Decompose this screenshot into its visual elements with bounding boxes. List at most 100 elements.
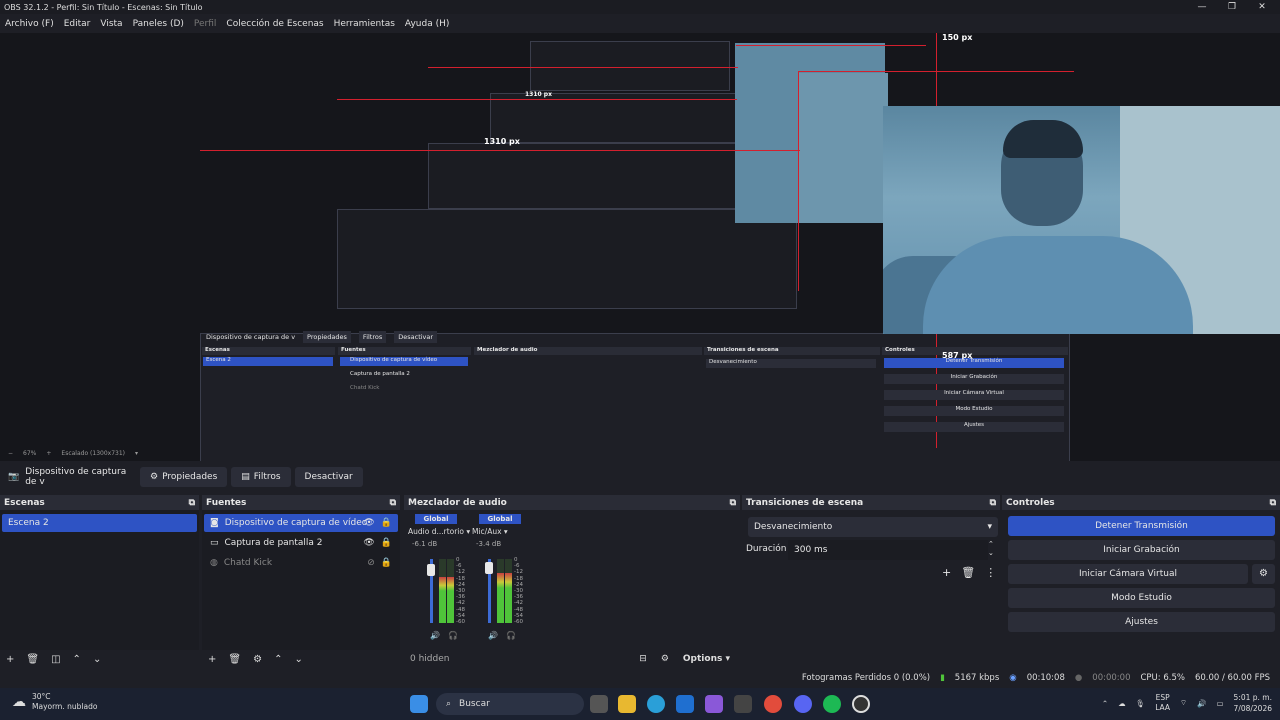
chevron-up-icon[interactable]: ⌃	[1102, 699, 1108, 708]
add-icon[interactable]: +	[6, 654, 14, 665]
stream-icon: ◉	[1009, 673, 1017, 683]
wifi-icon[interactable]: ⌔	[1180, 698, 1187, 708]
network-icon[interactable]: ☁	[1118, 699, 1126, 708]
menu-vista[interactable]: Vista	[95, 19, 127, 29]
zoom-out-icon[interactable]: −	[8, 450, 13, 457]
options-button[interactable]: Options ▾	[683, 654, 730, 664]
stop-stream-button[interactable]: Detener Transmisión	[1008, 516, 1275, 536]
advanced-audio-icon[interactable]: ⚙	[661, 654, 669, 664]
minimize-button[interactable]: —	[1186, 0, 1218, 14]
menu-ayuda[interactable]: Ayuda (H)	[400, 19, 454, 29]
start-recording-button[interactable]: Iniciar Grabación	[1008, 540, 1275, 560]
headphones-icon[interactable]: 🎧	[448, 631, 458, 640]
chevron-up-icon[interactable]: ⌃	[274, 654, 282, 665]
chevron-down-icon[interactable]: ⌄	[93, 654, 101, 665]
nested-settings: Ajustes	[884, 422, 1064, 432]
lock-icon[interactable]: 🔒	[381, 558, 392, 568]
edge-icon[interactable]	[647, 695, 665, 713]
menu-editar[interactable]: Editar	[59, 19, 96, 29]
trash-icon[interactable]: 🗑	[26, 654, 39, 665]
duration-stepper[interactable]: ⌃ ⌄	[988, 540, 994, 558]
obs-icon[interactable]	[852, 695, 870, 713]
studio-mode-button[interactable]: Modo Estudio	[1008, 588, 1275, 608]
lock-icon[interactable]: 🔒	[381, 518, 392, 528]
settings-button[interactable]: Ajustes	[1008, 612, 1275, 632]
source-item[interactable]: ◙ Dispositivo de captura de vídeo 👁 🔒	[204, 514, 398, 532]
duration-input[interactable]: 300 ms	[788, 540, 988, 560]
eye-icon[interactable]: 👁	[363, 538, 374, 548]
nested-source-3: Chatd Kick	[350, 385, 380, 391]
level-fill	[447, 576, 454, 623]
layout-icon[interactable]: ⊟	[639, 654, 647, 664]
battery-icon[interactable]: ▭	[1216, 699, 1223, 708]
add-icon[interactable]: +	[208, 654, 216, 665]
gear-icon[interactable]: ⚙	[253, 654, 262, 665]
channel-name[interactable]: Mic/Aux ▾	[472, 527, 528, 536]
guide-line	[337, 99, 737, 100]
menu-coleccion[interactable]: Colección de Escenas	[221, 19, 328, 29]
task-view-icon[interactable]	[590, 695, 608, 713]
store-icon[interactable]	[734, 695, 752, 713]
menu-paneles[interactable]: Paneles (D)	[128, 19, 189, 29]
undock-icon[interactable]: ⧉	[189, 498, 195, 508]
filters-button[interactable]: ▤ Filtros	[231, 467, 291, 487]
close-button[interactable]: ✕	[1246, 0, 1278, 14]
transition-select[interactable]: Desvanecimiento ▾	[748, 517, 998, 537]
eye-icon[interactable]: 👁	[363, 518, 374, 528]
taskbar-search[interactable]: ⌕ Buscar	[436, 693, 584, 715]
zoom-in-icon[interactable]: +	[46, 450, 51, 457]
zoom-level: 67%	[23, 449, 37, 457]
copilot-icon[interactable]	[705, 695, 723, 713]
undock-icon[interactable]: ⧉	[990, 498, 996, 508]
virtual-camera-button[interactable]: Iniciar Cámara Virtual	[1008, 564, 1248, 584]
headphones-icon[interactable]: 🎧	[506, 631, 516, 640]
windows-start-icon[interactable]	[410, 695, 428, 713]
gear-icon[interactable]: ⚙	[1252, 564, 1275, 584]
undock-icon[interactable]: ⧉	[390, 498, 396, 508]
spotify-icon[interactable]	[823, 695, 841, 713]
maximize-button[interactable]: ❐	[1216, 0, 1248, 14]
search-label: Buscar	[459, 699, 490, 709]
nested-mixer-title: Mezclador de audio	[474, 347, 702, 355]
volume-knob[interactable]	[427, 564, 435, 576]
filter-icon[interactable]: ◫	[51, 654, 60, 665]
speaker-icon[interactable]: 🔊	[430, 631, 440, 640]
preview-canvas[interactable]: Dispositivo de captura de v Propiedades …	[0, 33, 1280, 461]
add-icon[interactable]: +	[942, 566, 951, 579]
volume-knob[interactable]	[485, 562, 493, 574]
file-explorer-icon[interactable]	[618, 695, 636, 713]
trash-icon[interactable]: 🗑	[961, 566, 975, 579]
undock-icon[interactable]: ⧉	[730, 498, 736, 508]
trash-icon[interactable]: 🗑	[228, 654, 241, 665]
fps: 60.00 / 60.00 FPS	[1194, 673, 1270, 683]
chevron-down-icon[interactable]: ▾	[135, 450, 138, 457]
mic-icon[interactable]: 🎙	[1136, 699, 1146, 708]
chevron-down-icon[interactable]: ⌄	[294, 654, 302, 665]
lock-icon[interactable]: 🔒	[381, 538, 392, 548]
mail-icon[interactable]	[676, 695, 694, 713]
source-item[interactable]: ◍ Chatd Kick ⊘ 🔒	[204, 554, 398, 572]
properties-button[interactable]: ⚙ Propiedades	[140, 467, 228, 487]
source-item[interactable]: ▭ Captura de pantalla 2 👁 🔒	[204, 534, 398, 552]
language-indicator[interactable]: ESP LAA	[1155, 693, 1170, 713]
clock[interactable]: 5:01 p. m. 7/08/2026	[1234, 692, 1272, 714]
eye-hidden-icon[interactable]: ⊘	[367, 558, 375, 568]
volume-icon[interactable]: 🔊	[1197, 699, 1206, 708]
more-icon[interactable]: ⋮	[985, 566, 996, 579]
chevron-up-icon[interactable]: ⌃	[73, 654, 81, 665]
discord-icon[interactable]	[794, 695, 812, 713]
menu-perfil[interactable]: Perfil	[189, 19, 222, 29]
chrome-icon[interactable]	[764, 695, 782, 713]
scene-item[interactable]: Escena 2	[2, 514, 197, 532]
menu-herramientas[interactable]: Herramientas	[329, 19, 400, 29]
mixer-title: Mezclador de audio	[408, 497, 507, 508]
menu-archivo[interactable]: Archivo (F)	[0, 19, 59, 29]
person-hair	[1003, 120, 1083, 158]
speaker-icon[interactable]: 🔊	[488, 631, 498, 640]
deactivate-button[interactable]: Desactivar	[294, 467, 363, 487]
rec-time: 00:00:00	[1092, 673, 1131, 683]
undock-icon[interactable]: ⧉	[1270, 498, 1276, 508]
channel-name[interactable]: Audio d...rtorio ▾	[408, 527, 470, 536]
weather-widget[interactable]: ☁ 30°C Mayorm. nublado	[12, 692, 97, 712]
source-toolbar: 📷 Dispositivo de captura de v ⚙ Propieda…	[0, 465, 1280, 489]
